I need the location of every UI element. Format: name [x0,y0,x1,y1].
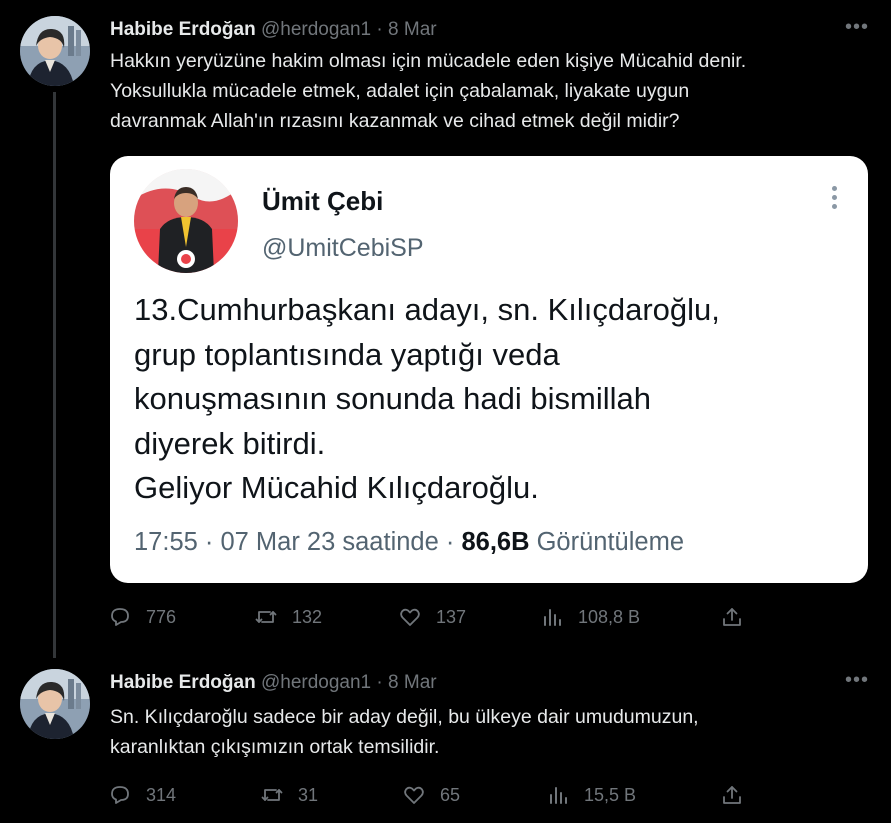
reply-icon [111,786,129,804]
views-count: 15,5 B [584,784,637,805]
quoted-tweet-meta: 17:55 · 07 Mar 23 saatinde · 86,6B Görün… [134,528,684,557]
retweet-count: 31 [298,784,319,805]
quoted-author-name[interactable]: Ümit Çebi [262,186,383,217]
retweet-button[interactable]: 132 [254,602,322,632]
views-count: 108,8 B [578,606,641,627]
quoted-views-count: 86,6B [461,528,530,556]
analytics-icon [550,787,567,804]
author-name[interactable]: Habibe Erdoğan [110,672,256,693]
quoted-text-line: Geliyor Mücahid Kılıçdaroğlu. [134,470,539,505]
separator: · [376,19,383,40]
retweet-count: 132 [292,606,323,627]
share-icon [723,608,741,626]
tweet-text-line: karanlıktan çıkışımızın ortak temsilidir… [110,736,440,758]
author-handle[interactable]: @herdogan1 [261,672,371,693]
retweet-button[interactable]: 31 [260,780,318,810]
tweet-text-line: Yoksullukla mücadele etmek, adalet için … [110,80,690,102]
tweet-text: Hakkın yeryüzüne hakim olması için mücad… [110,46,870,136]
like-count: 65 [440,784,461,805]
tweet-actions: 776 132 137 108,8 B [108,602,758,632]
reply-count: 314 [146,784,177,805]
retweet-icon [261,789,283,801]
quoted-text-line: 13.Cumhurbaşkanı adayı, sn. Kılıçdaroğlu… [134,292,720,327]
views-button[interactable]: 15,5 B [546,780,636,810]
quoted-text-line: grup toplantısında yaptığı veda [134,336,560,372]
more-options-icon[interactable]: ••• [845,16,869,39]
avatar[interactable] [20,16,90,86]
more-options-icon[interactable]: ••• [845,669,869,692]
author-handle[interactable]: @herdogan1 [261,19,371,40]
quoted-author-handle[interactable]: @UmitCebiSP [262,234,424,263]
quoted-more-options-icon[interactable] [832,186,840,213]
tweet[interactable]: Habibe Erdoğan @herdogan1 · 8 Mar ••• Ha… [0,0,891,660]
quoted-text-line: konuşmasının sonunda hadi bismillah [134,381,651,416]
reply-button[interactable]: 776 [108,602,176,632]
analytics-icon [544,609,561,626]
tweet-date[interactable]: 8 Mar [388,672,437,693]
tweet-text-line: Sn. Kılıçdaroğlu sadece bir aday değil, … [110,706,699,728]
views-button[interactable]: 108,8 B [540,602,640,632]
reply-count: 776 [146,606,177,627]
quoted-timestamp[interactable]: 17:55 · 07 Mar 23 saatinde · [134,528,454,556]
quoted-tweet-text: 13.Cumhurbaşkanı adayı, sn. Kılıçdaroğlu… [134,288,720,511]
quoted-text-line: diyerek bitirdi. [134,425,326,461]
reply-button[interactable]: 314 [108,780,176,810]
like-button[interactable]: 65 [402,780,460,810]
reply-icon [111,608,129,626]
quoted-views-label: Görüntüleme [536,528,685,556]
quoted-avatar[interactable] [134,169,238,273]
like-count: 137 [436,606,467,627]
tweet-text-line: Hakkın yeryüzüne hakim olması için mücad… [110,50,747,72]
retweet-icon [255,611,277,623]
tweet-header: Habibe Erdoğan @herdogan1 · 8 Mar [110,18,437,42]
share-button[interactable] [720,780,744,810]
tweet[interactable]: Habibe Erdoğan @herdogan1 · 8 Mar ••• Sn… [0,660,891,823]
author-name[interactable]: Habibe Erdoğan [110,19,256,40]
share-button[interactable] [720,602,744,632]
separator: · [376,672,383,693]
heart-icon [404,786,424,804]
tweet-actions: 314 31 65 15,5 B [108,780,758,810]
share-icon [723,786,741,804]
like-button[interactable]: 137 [398,602,466,632]
tweet-header: Habibe Erdoğan @herdogan1 · 8 Mar [110,671,437,695]
heart-icon [400,608,420,626]
tweet-text: Sn. Kılıçdaroğlu sadece bir aday değil, … [110,702,870,762]
tweet-text-line: davranmak Allah'ın rızasını kazanmak ve … [110,110,680,132]
tweet-date[interactable]: 8 Mar [388,19,437,40]
avatar[interactable] [20,669,90,739]
quoted-tweet-card[interactable]: Ümit Çebi @UmitCebiSP 13.Cumhurbaşkanı a… [110,156,868,583]
